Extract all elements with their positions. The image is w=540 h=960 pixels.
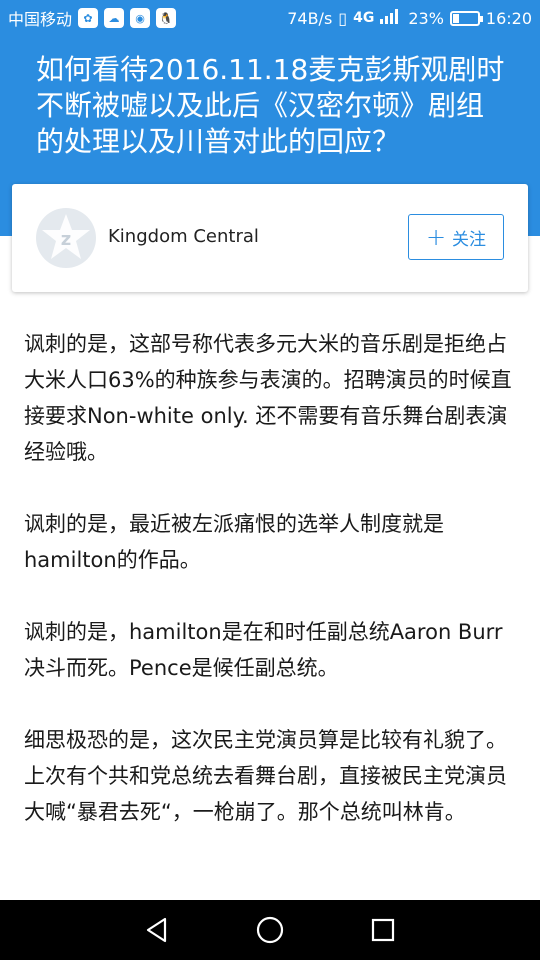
back-button[interactable] bbox=[137, 910, 177, 950]
default-avatar-icon: z bbox=[42, 214, 90, 259]
plus-icon: + bbox=[425, 223, 447, 251]
navigation-bar bbox=[0, 900, 540, 960]
clock: 16:20 bbox=[485, 8, 532, 28]
carrier-name: 中国移动 bbox=[8, 10, 73, 29]
network-speed: 74B/s bbox=[287, 8, 333, 28]
recents-button[interactable] bbox=[363, 910, 403, 950]
avatar[interactable]: z bbox=[36, 208, 96, 268]
status-bar: 中国移动 ✿ ☁ ◉ 🐧 74B/s ▯ 4G 23% 16:20 bbox=[0, 0, 540, 36]
battery-icon bbox=[449, 10, 483, 26]
answer-paragraph: 讽刺的是，最近被左派痛恨的选举人制度就是hamilton的作品。 bbox=[24, 512, 444, 572]
signal-icon bbox=[380, 8, 402, 28]
home-circle-icon bbox=[256, 916, 284, 944]
answer-paragraph: 讽刺的是，hamilton是在和时任副总统Aaron Burr决斗而死。Penc… bbox=[24, 620, 503, 680]
notification-qq-icon: 🐧 bbox=[156, 8, 177, 28]
answer-paragraph: 细思极恐的是，这次民主党演员算是比较有礼貌了。上次有个共和党总统去看舞台剧，直接… bbox=[24, 728, 507, 824]
vibrate-icon: ▯ bbox=[338, 8, 348, 28]
notification-weibo-icon: ◉ bbox=[130, 8, 151, 28]
notification-app-icon: ☁ bbox=[104, 8, 125, 28]
network-type: 4G bbox=[353, 10, 375, 26]
follow-label: 关注 bbox=[452, 229, 487, 250]
back-triangle-icon bbox=[146, 917, 166, 943]
author-card: z Kingdom Central + 关注 bbox=[12, 184, 528, 292]
battery-fill bbox=[452, 13, 459, 23]
status-right: 74B/s ▯ 4G 23% 16:20 bbox=[287, 8, 532, 28]
svg-text:z: z bbox=[61, 229, 71, 250]
notification-app-icon: ✿ bbox=[78, 8, 99, 28]
home-button[interactable] bbox=[250, 910, 290, 950]
author-name[interactable]: Kingdom Central bbox=[108, 226, 259, 247]
question-title[interactable]: 如何看待2016.11.18麦克彭斯观剧时不断被嘘以及此后《汉密尔顿》剧组的处理… bbox=[36, 52, 506, 160]
answer-paragraph: 讽刺的是，这部号称代表多元大米的音乐剧是拒绝占大米人口63%的种族参与表演的。招… bbox=[24, 332, 512, 464]
battery-percent: 23% bbox=[408, 8, 444, 28]
recents-square-icon bbox=[372, 918, 395, 942]
status-left: 中国移动 ✿ ☁ ◉ 🐧 bbox=[8, 6, 177, 30]
answer-content: 讽刺的是，这部号称代表多元大米的音乐剧是拒绝占大米人口63%的种族参与表演的。招… bbox=[24, 326, 516, 866]
follow-button[interactable]: + 关注 bbox=[408, 214, 504, 260]
